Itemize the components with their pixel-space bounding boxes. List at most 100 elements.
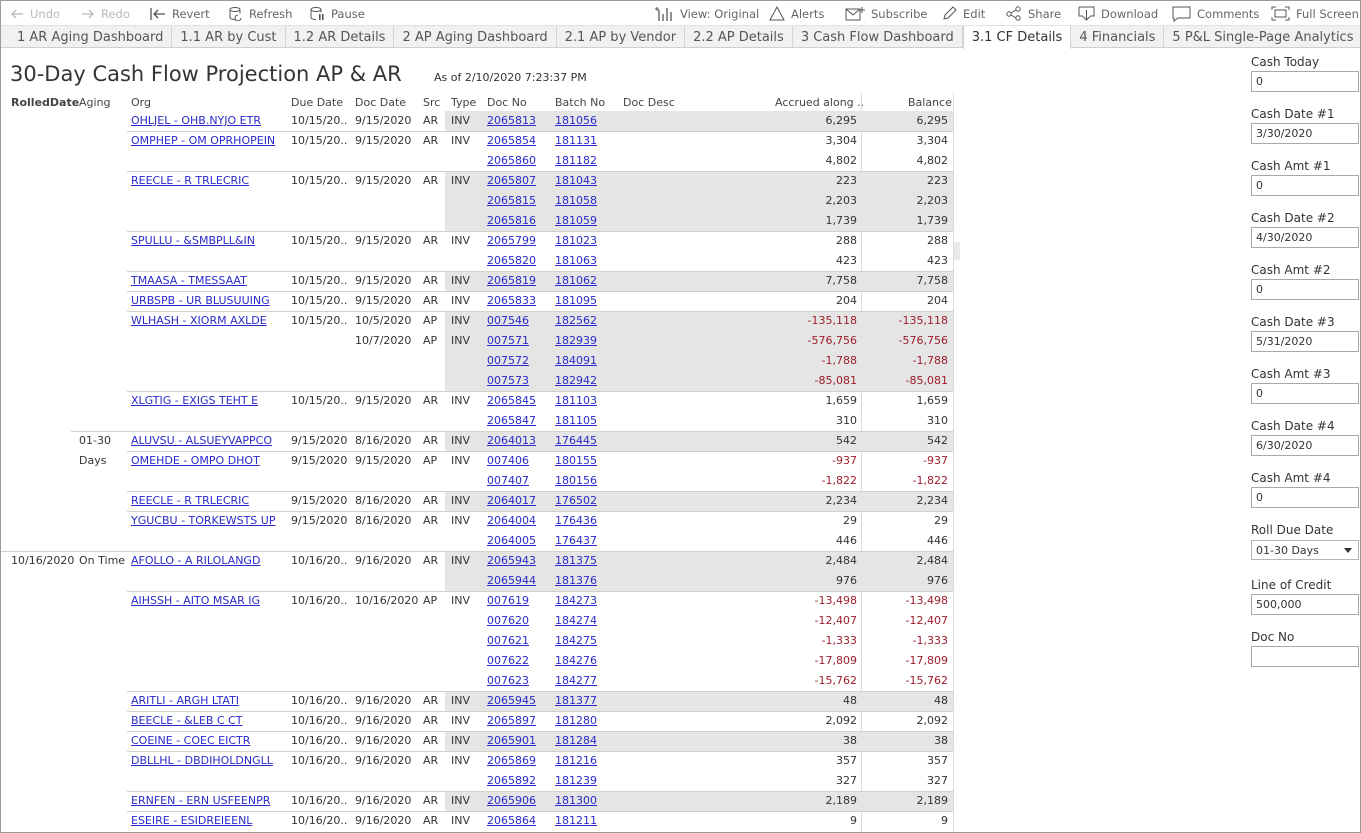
- cash-date1-input[interactable]: 3/30/2020: [1251, 123, 1359, 144]
- cell-org[interactable]: URBSPB - UR BLUSUUING: [131, 294, 270, 307]
- cell-batch-no[interactable]: 182939: [555, 334, 597, 347]
- pause-button[interactable]: Pause: [310, 1, 365, 26]
- cell-org[interactable]: ERNFEN - ERN USFEENPR: [131, 794, 270, 807]
- cell-doc-no[interactable]: 2065833: [487, 294, 536, 307]
- cell-batch-no[interactable]: 181300: [555, 794, 597, 807]
- revert-button[interactable]: Revert: [150, 1, 210, 26]
- tab-cash-flow-dashboard[interactable]: 3 Cash Flow Dashboard: [793, 26, 963, 48]
- line-of-credit-input[interactable]: 500,000: [1251, 594, 1359, 615]
- view-original-button[interactable]: View: Original: [654, 1, 759, 26]
- cell-batch-no[interactable]: 184091: [555, 354, 597, 367]
- tab-ap-aging-dashboard[interactable]: 2 AP Aging Dashboard: [394, 26, 557, 48]
- cash-amt2-input[interactable]: 0: [1251, 279, 1359, 300]
- tab-cf-details[interactable]: 3.1 CF Details: [962, 26, 1072, 49]
- cell-org[interactable]: XLGTIG - EXIGS TEHT E: [131, 394, 258, 407]
- cell-batch-no[interactable]: 182942: [555, 374, 597, 387]
- cell-batch-no[interactable]: 181056: [555, 114, 597, 127]
- cell-org[interactable]: OHLJEL - OHB.NYJO ETR: [131, 114, 261, 127]
- cell-batch-no[interactable]: 181043: [555, 174, 597, 187]
- cell-doc-no[interactable]: 007619: [487, 594, 529, 607]
- cell-org[interactable]: AFOLLO - A RILOLANGD: [131, 554, 260, 567]
- cell-doc-no[interactable]: 2065864: [487, 814, 536, 827]
- tab-ar-aging-dashboard[interactable]: 1 AR Aging Dashboard: [1, 26, 173, 48]
- cell-doc-no[interactable]: 2065901: [487, 734, 536, 747]
- cell-doc-no[interactable]: 007406: [487, 454, 529, 467]
- cell-doc-no[interactable]: 007620: [487, 614, 529, 627]
- doc-no-input[interactable]: [1251, 646, 1359, 667]
- cell-org[interactable]: WLHASH - XIORM AXLDE: [131, 314, 267, 327]
- cell-batch-no[interactable]: 176502: [555, 494, 597, 507]
- col-accrued[interactable]: Accrued along ..: [775, 96, 864, 109]
- cell-org[interactable]: REECLE - R TRLECRIC: [131, 174, 249, 187]
- cell-doc-no[interactable]: 2065854: [487, 134, 536, 147]
- col-org[interactable]: Org: [131, 96, 151, 109]
- cell-doc-no[interactable]: 007622: [487, 654, 529, 667]
- cell-doc-no[interactable]: 2065944: [487, 574, 536, 587]
- cell-doc-no[interactable]: 2065869: [487, 754, 536, 767]
- cell-org[interactable]: AIHSSH - AITO MSAR IG: [131, 594, 260, 607]
- cell-doc-no[interactable]: 2065892: [487, 774, 536, 787]
- cell-doc-no[interactable]: 007572: [487, 354, 529, 367]
- cell-doc-no[interactable]: 2065815: [487, 194, 536, 207]
- cell-doc-no[interactable]: 007573: [487, 374, 529, 387]
- cell-doc-no[interactable]: 2064013: [487, 434, 536, 447]
- cell-doc-no[interactable]: 2065943: [487, 554, 536, 567]
- cell-org[interactable]: COEINE - COEC EICTR: [131, 734, 250, 747]
- cash-date3-input[interactable]: 5/31/2020: [1251, 331, 1359, 352]
- cell-batch-no[interactable]: 180156: [555, 474, 597, 487]
- cash-amt1-input[interactable]: 0: [1251, 175, 1359, 196]
- cell-batch-no[interactable]: 180155: [555, 454, 597, 467]
- cash-today-input[interactable]: 0: [1251, 71, 1359, 92]
- cell-batch-no[interactable]: 184276: [555, 654, 597, 667]
- cell-batch-no[interactable]: 181211: [555, 814, 597, 827]
- tab-ap-details[interactable]: 2.2 AP Details: [685, 26, 793, 48]
- cell-batch-no[interactable]: 181095: [555, 294, 597, 307]
- cell-org[interactable]: SPULLU - &SMBPLL&IN: [131, 234, 255, 247]
- cell-org[interactable]: BEECLE - &LEB C CT: [131, 714, 242, 727]
- cell-doc-no[interactable]: 007623: [487, 674, 529, 687]
- cell-doc-no[interactable]: 2065906: [487, 794, 536, 807]
- col-batch-no[interactable]: Batch No: [555, 96, 605, 109]
- cash-date4-input[interactable]: 6/30/2020: [1251, 435, 1359, 456]
- cell-doc-no[interactable]: 2064017: [487, 494, 536, 507]
- download-button[interactable]: Download: [1078, 1, 1158, 26]
- scroll-handle[interactable]: [954, 242, 960, 260]
- cell-org[interactable]: DBLLHL - DBDIHOLDNGLL: [131, 754, 273, 767]
- col-src[interactable]: Src: [423, 96, 440, 109]
- tab-ar-details[interactable]: 1.2 AR Details: [286, 26, 395, 48]
- cell-doc-no[interactable]: 2065807: [487, 174, 536, 187]
- cell-doc-no[interactable]: 2065816: [487, 214, 536, 227]
- cell-org[interactable]: ESEIRE - ESIDREIEENL: [131, 814, 252, 827]
- cell-org[interactable]: ARITLI - ARGH LTATI: [131, 694, 239, 707]
- tab-pl-analytics[interactable]: 5 P&L Single-Page Analytics: [1164, 26, 1360, 48]
- cell-batch-no[interactable]: 181058: [555, 194, 597, 207]
- cell-doc-no[interactable]: 007571: [487, 334, 529, 347]
- cell-doc-no[interactable]: 007621: [487, 634, 529, 647]
- cell-org[interactable]: YGUCBU - TORKEWSTS UP: [131, 514, 275, 527]
- col-doc-desc[interactable]: Doc Desc: [623, 96, 675, 109]
- cell-org[interactable]: OMPHEP - OM OPRHOPEIN: [131, 134, 275, 147]
- cash-date2-input[interactable]: 4/30/2020: [1251, 227, 1359, 248]
- cell-batch-no[interactable]: 181239: [555, 774, 597, 787]
- col-type[interactable]: Type: [451, 96, 476, 109]
- cell-batch-no[interactable]: 176436: [555, 514, 597, 527]
- cell-batch-no[interactable]: 181131: [555, 134, 597, 147]
- cell-org[interactable]: REECLE - R TRLECRIC: [131, 494, 249, 507]
- cell-batch-no[interactable]: 181059: [555, 214, 597, 227]
- cell-batch-no[interactable]: 176437: [555, 534, 597, 547]
- share-button[interactable]: Share: [1006, 1, 1061, 26]
- cell-batch-no[interactable]: 181377: [555, 694, 597, 707]
- cell-batch-no[interactable]: 184275: [555, 634, 597, 647]
- tab-ar-by-cust[interactable]: 1.1 AR by Cust: [172, 26, 286, 48]
- cell-doc-no[interactable]: 2065799: [487, 234, 536, 247]
- cell-doc-no[interactable]: 2065845: [487, 394, 536, 407]
- cell-batch-no[interactable]: 181023: [555, 234, 597, 247]
- cell-batch-no[interactable]: 184273: [555, 594, 597, 607]
- cell-org[interactable]: TMAASA - TMESSAAT: [131, 274, 247, 287]
- subscribe-button[interactable]: Subscribe: [845, 1, 928, 26]
- undo-button[interactable]: Undo: [10, 1, 60, 26]
- cell-batch-no[interactable]: 184274: [555, 614, 597, 627]
- cell-batch-no[interactable]: 181280: [555, 714, 597, 727]
- cell-doc-no[interactable]: 2065847: [487, 414, 536, 427]
- roll-due-date-select[interactable]: 01-30 Days: [1251, 540, 1359, 560]
